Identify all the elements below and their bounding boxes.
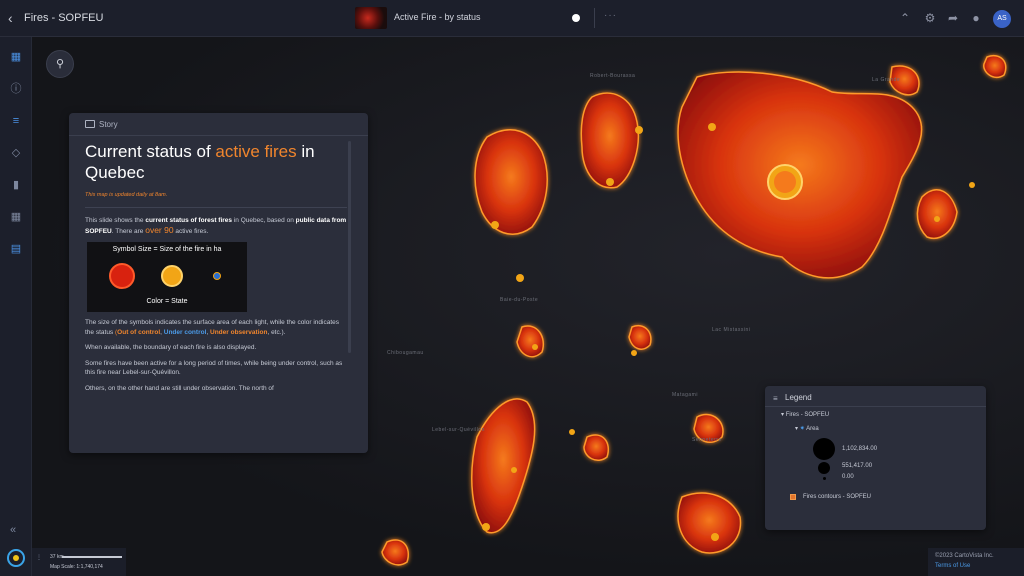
place-label: Robert-Bourassa xyxy=(590,73,636,79)
slide-toggle[interactable] xyxy=(572,14,580,22)
story-header: Story xyxy=(85,120,118,129)
book-icon xyxy=(85,120,95,128)
divider xyxy=(69,135,368,136)
place-label: Chibougamau xyxy=(387,350,424,356)
gear-icon[interactable]: ⚙ xyxy=(922,10,938,26)
share-icon[interactable]: ➦ xyxy=(945,10,961,26)
more-options[interactable]: ··· xyxy=(604,10,617,21)
top-bar: ‹ Fires - SOPFEU Active Fire - by status… xyxy=(0,0,1024,37)
fire-contour xyxy=(677,492,742,554)
legend-circle-small xyxy=(823,477,826,480)
legend-title: Legend xyxy=(785,393,812,402)
book-icon[interactable]: ▤ xyxy=(8,241,24,257)
attribution: ©2023 CartoVista Inc. Terms of Use xyxy=(928,548,1024,576)
story-header-label: Story xyxy=(99,120,118,129)
fire-symbol-large-inner xyxy=(774,171,796,193)
contour-swatch xyxy=(790,494,796,500)
fire-contour xyxy=(580,92,639,189)
story-content[interactable]: Current status of active fires in Quebec… xyxy=(85,139,347,449)
divider xyxy=(594,8,595,28)
list-icon[interactable]: ≡ xyxy=(8,113,24,129)
symbol-color-caption: Color = State xyxy=(146,298,188,305)
fire-observation-icon xyxy=(213,272,221,280)
update-note: This map is updated daily at 8am. xyxy=(85,192,168,198)
story-panel: Story Current status of active fires in … xyxy=(69,113,368,453)
fire-contour xyxy=(471,398,536,534)
place-label: La Grande xyxy=(872,77,901,83)
place-label: Baie-du-Poste xyxy=(500,297,539,303)
legend-layer[interactable]: ▾ Fires - SOPFEU xyxy=(781,411,829,418)
legend-value: 0.00 xyxy=(842,474,854,480)
fire-contour xyxy=(516,325,544,358)
search-button[interactable]: ⚲ xyxy=(46,50,74,78)
collapse-sidebar-icon[interactable]: « xyxy=(10,524,16,536)
story-paragraph: When available, the boundary of each fir… xyxy=(85,344,257,351)
chart-icon[interactable]: ▮ xyxy=(8,177,24,193)
layers-icon[interactable]: ◇ xyxy=(8,145,24,161)
list-icon: ≡ xyxy=(773,394,778,403)
fire-contour xyxy=(916,189,958,239)
back-chevron-icon[interactable]: ‹ xyxy=(8,10,22,26)
legend-sublayer[interactable]: ▾ ✷ Area xyxy=(795,425,819,432)
table-icon[interactable]: ▦ xyxy=(8,209,24,225)
title-accent: active fires xyxy=(215,142,297,161)
story-paragraph: The size of the symbols indicates the su… xyxy=(85,319,339,336)
fire-contour xyxy=(381,539,409,566)
map-scale: ⋮ 37 km Map Scale: 1:1,740,174 xyxy=(32,548,126,576)
user-icon[interactable]: ● xyxy=(968,10,984,26)
story-paragraph: Others, on the other hand are still unde… xyxy=(85,384,274,392)
fire-contour xyxy=(628,325,652,350)
fire-contour xyxy=(474,129,548,235)
place-label: Matagami xyxy=(672,392,698,398)
scale-bar xyxy=(62,556,122,558)
legend-panel: ≡ Legend ▾ Fires - SOPFEU ▾ ✷ Area 1,102… xyxy=(765,386,986,530)
left-sidebar: ▦ ⓘ ≡ ◇ ▮ ▦ ▤ xyxy=(0,37,32,576)
scale-ratio: Map Scale: 1:1,740,174 xyxy=(50,564,103,570)
chevrons-up-icon[interactable]: ⌃ xyxy=(897,10,913,26)
legend-value: 1,102,834.00 xyxy=(842,446,878,452)
title-text: Current status of xyxy=(85,142,216,161)
place-label: Lebel-sur-Quévillon xyxy=(432,427,485,433)
cartovista-logo xyxy=(7,549,25,567)
info-icon[interactable]: ⓘ xyxy=(8,81,24,97)
place-label: Lac Mistassini xyxy=(712,327,751,333)
divider xyxy=(85,207,347,208)
terms-link[interactable]: Terms of Use xyxy=(935,563,970,569)
avatar[interactable]: AS xyxy=(993,10,1011,28)
slide-thumbnail[interactable] xyxy=(355,7,387,29)
drag-handle-icon[interactable]: ⋮ xyxy=(36,554,42,561)
app-title: Fires - SOPFEU xyxy=(24,12,104,24)
fire-under-control-icon xyxy=(161,265,183,287)
fire-contour xyxy=(583,434,609,461)
fire-contour xyxy=(983,55,1007,79)
symbol-size-caption: Symbol Size = Size of the fire in ha xyxy=(112,246,222,253)
story-paragraph: This slide shows the current status of f… xyxy=(85,217,347,235)
legend-contours[interactable]: Fires contours - SOPFEU xyxy=(803,494,871,500)
story-paragraph: Some fires have been active for a long p… xyxy=(85,359,343,377)
story-scrollbar[interactable] xyxy=(348,141,351,353)
divider xyxy=(765,406,986,407)
place-label: Senneterre xyxy=(692,437,722,443)
slide-title[interactable]: Active Fire - by status xyxy=(394,12,481,22)
story-title: Current status of active fires in Quebec xyxy=(85,141,347,183)
copyright: ©2023 CartoVista Inc. xyxy=(935,553,994,559)
fire-out-of-control-icon xyxy=(109,263,135,289)
symbol-legend-image: Symbol Size = Size of the fire in ha Col… xyxy=(87,242,247,312)
legend-circle-medium xyxy=(818,462,830,474)
legend-circle-large xyxy=(813,438,835,460)
map-icon[interactable]: ▦ xyxy=(8,49,24,65)
legend-value: 551,417.00 xyxy=(842,463,873,469)
